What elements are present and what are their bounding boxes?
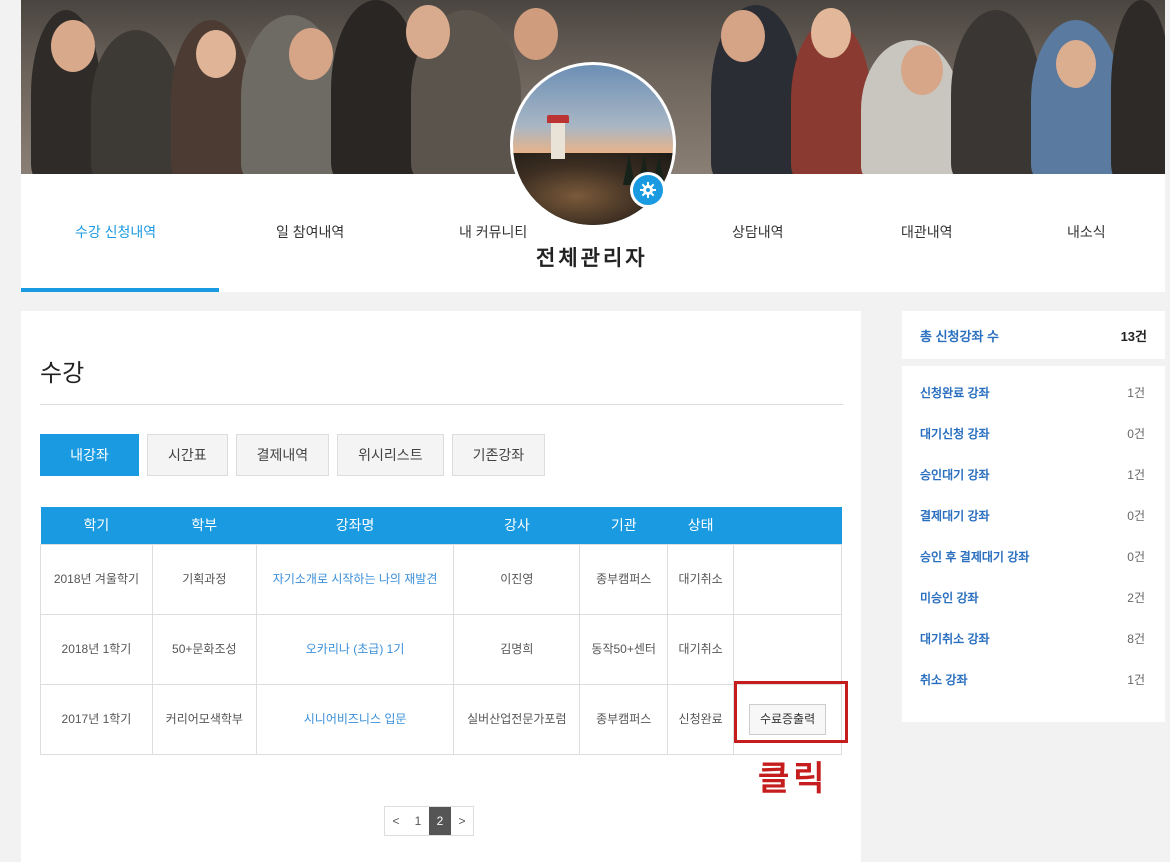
summary-label: 신청완료 강좌 [920,386,990,400]
cell-teacher: 실버산업전문가포럼 [453,683,581,755]
col-course: 강좌명 [256,507,454,544]
settings-button[interactable] [630,172,666,208]
col-dept: 학부 [152,507,257,544]
summary-value: 0건 [1127,509,1145,523]
course-link[interactable]: 시니어비즈니스 입문 [255,683,455,755]
subtab-my-courses[interactable]: 내강좌 [40,434,139,476]
pagination-prev[interactable]: < [385,807,407,835]
pagination: < 1 2 > [384,806,474,836]
cell-term: 2018년 겨울학기 [40,543,153,615]
active-tab-indicator [21,288,219,292]
course-link[interactable]: 자기소개로 시작하는 나의 재발견 [255,543,455,615]
summary-value: 2건 [1127,591,1145,605]
summary-label: 승인 후 결제대기 강좌 [920,550,1030,564]
summary-label: 미승인 강좌 [920,591,979,605]
summary-item[interactable]: 미승인 강좌 2건 [920,589,1145,630]
pagination-page-1[interactable]: 1 [407,807,429,835]
summary-item[interactable]: 취소 강좌 1건 [920,671,1145,712]
summary-label: 대기신청 강좌 [920,427,990,441]
subtab-timetable[interactable]: 시간표 [147,434,228,476]
cell-teacher: 김명희 [453,613,581,685]
summary-value: 8건 [1127,632,1145,646]
cell-action [733,543,842,615]
summary-value: 1건 [1127,386,1145,400]
table-row: 2017년 1학기 커리어모색학부 시니어비즈니스 입문 실버산업전문가포럼 종… [40,683,842,755]
summary-item[interactable]: 대기신청 강좌 0건 [920,425,1145,466]
tab-consultations[interactable]: 상담내역 [732,222,784,242]
pagination-page-2[interactable]: 2 [429,807,451,835]
summary-label: 대기취소 강좌 [920,632,990,646]
col-org: 기관 [579,507,668,544]
cell-org: 종부캠퍼스 [579,543,669,615]
cell-action [733,613,842,685]
subtab-payments[interactable]: 결제내역 [235,434,330,476]
summary-value: 1건 [1127,673,1145,687]
col-status: 상태 [667,507,734,544]
cell-term: 2018년 1학기 [40,613,153,685]
summary-list: 신청완료 강좌 1건 대기신청 강좌 0건 승인대기 강좌 1건 결제대기 강좌 0건 … [902,366,1165,722]
tab-my-community[interactable]: 내 커뮤니티 [459,222,527,242]
tab-work-participation[interactable]: 일 참여내역 [276,222,344,242]
summary-total-value: 13건 [1120,328,1147,344]
divider [40,404,843,405]
col-teacher: 강사 [453,507,580,544]
subtab-bar: 내강좌 시간표 결제내역 위시리스트 기존강좌 [40,434,546,476]
cell-status: 신청완료 [667,683,735,755]
cell-status: 대기취소 [667,543,735,615]
summary-item[interactable]: 승인대기 강좌 1건 [920,466,1145,507]
summary-value: 0건 [1127,427,1145,441]
summary-label: 취소 강좌 [920,673,968,687]
summary-total: 총 신청강좌 수 13건 [902,311,1165,359]
cell-dept: 50+문화조성 [151,613,257,685]
tab-my-news[interactable]: 내소식 [1067,222,1106,242]
summary-value: 1건 [1127,468,1145,482]
summary-value: 0건 [1127,550,1145,564]
cell-dept: 기획과정 [151,543,257,615]
table-row: 2018년 겨울학기 기획과정 자기소개로 시작하는 나의 재발견 이진영 종부… [40,543,842,615]
cell-teacher: 이진영 [453,543,581,615]
cell-org: 종부캠퍼스 [579,683,669,755]
summary-label: 승인대기 강좌 [920,468,990,482]
pagination-next[interactable]: > [451,807,473,835]
course-link[interactable]: 오카리나 (초급) 1기 [255,613,455,685]
summary-item[interactable]: 대기취소 강좌 8건 [920,630,1145,671]
annotation-highlight-box [734,681,848,743]
course-section: 수강 내강좌 시간표 결제내역 위시리스트 기존강좌 학기 학부 강좌명 강사 … [21,311,861,862]
table-row: 2018년 1학기 50+문화조성 오카리나 (초급) 1기 김명희 동작50+… [40,613,842,685]
subtab-previous-courses[interactable]: 기존강좌 [451,434,546,476]
col-term: 학기 [40,507,153,544]
section-title: 수강 [40,360,85,387]
summary-label: 결제대기 강좌 [920,509,990,523]
cell-org: 동작50+센터 [579,613,669,685]
course-table: 학기 학부 강좌명 강사 기관 상태 2018년 겨울학기 기획과정 자기소개로… [40,507,842,755]
col-action [733,507,842,544]
table-header-row: 학기 학부 강좌명 강사 기관 상태 [40,507,842,544]
cell-term: 2017년 1학기 [40,683,153,755]
annotation-click-label: 클릭 [758,760,829,798]
cell-status: 대기취소 [667,613,735,685]
subtab-wishlist[interactable]: 위시리스트 [337,434,444,476]
summary-item[interactable]: 승인 후 결제대기 강좌 0건 [920,548,1145,589]
gear-icon [640,182,656,198]
cell-dept: 커리어모색학부 [151,683,257,755]
summary-total-label: 총 신청강좌 수 [920,328,999,344]
tab-course-applications[interactable]: 수강 신청내역 [75,222,156,242]
summary-item[interactable]: 신청완료 강좌 1건 [920,384,1145,425]
tab-rentals[interactable]: 대관내역 [901,222,953,242]
summary-item[interactable]: 결제대기 강좌 0건 [920,507,1145,548]
user-name: 전체관리자 [536,247,648,270]
